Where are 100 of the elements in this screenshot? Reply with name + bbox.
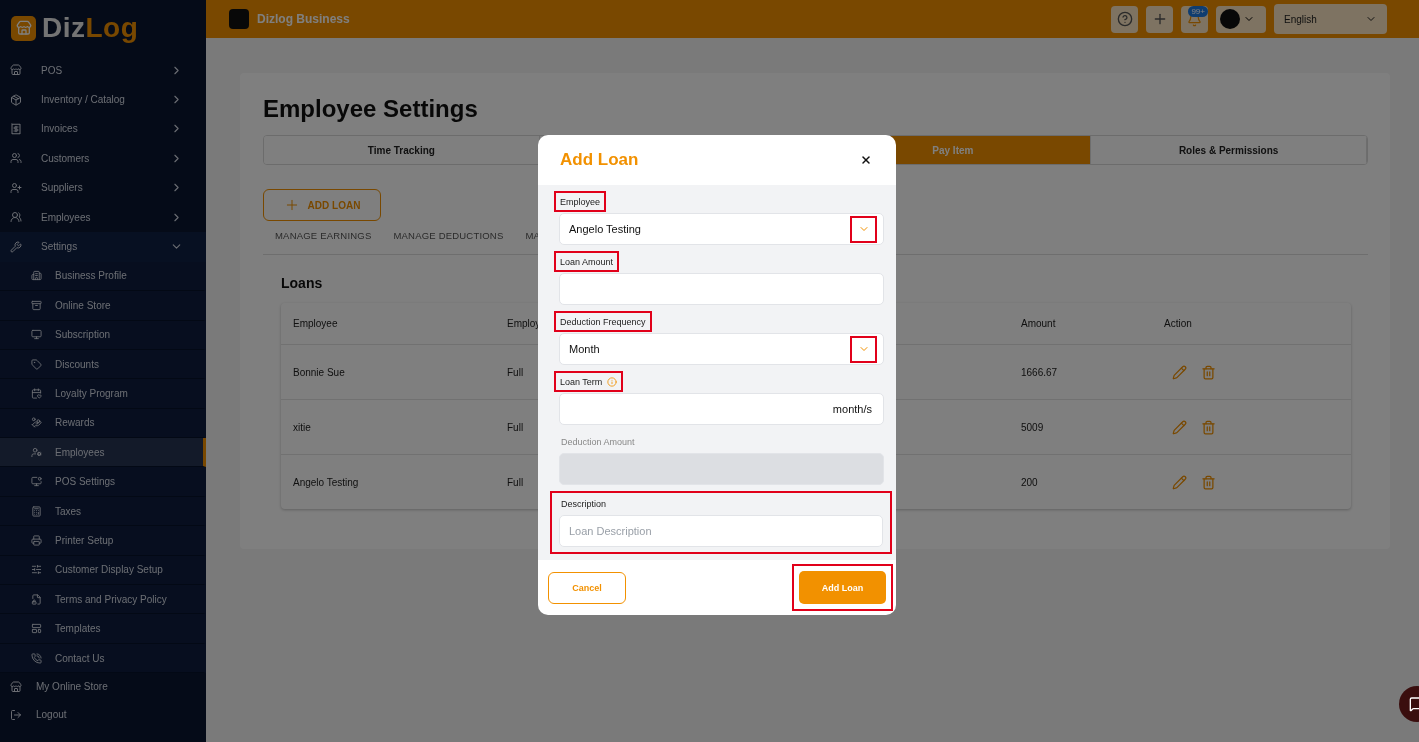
avatar-icon — [1220, 9, 1240, 29]
input-field[interactable]: Loan Description — [559, 515, 883, 547]
person-add-icon — [10, 181, 22, 194]
dropdown-chevron-button[interactable] — [850, 215, 877, 243]
select-field[interactable]: Month — [559, 333, 884, 365]
store-icon — [10, 680, 22, 693]
column-header: Employ — [507, 318, 541, 329]
table-cell: Bonnie Sue — [293, 366, 345, 378]
template-icon — [31, 623, 42, 635]
package-icon — [10, 93, 22, 106]
delete-icon[interactable] — [1201, 474, 1216, 490]
submit-button[interactable]: Add Loan — [799, 571, 886, 604]
tag-icon — [31, 358, 42, 370]
monitor-icon — [31, 329, 42, 341]
notifications-button[interactable]: 99+ — [1181, 5, 1208, 33]
sidebar-subitem[interactable]: Loyalty Program — [0, 379, 206, 409]
field-label: Loan Amount — [554, 251, 620, 272]
sidebar-subitem[interactable]: Subscription — [0, 320, 206, 350]
help-icon — [1116, 11, 1133, 27]
table-cell: 200 — [1021, 476, 1038, 488]
table-cell: Full — [507, 476, 524, 488]
screen-icon — [31, 476, 42, 488]
help-button[interactable] — [1111, 5, 1138, 33]
dialog-title: Add Loan — [560, 150, 639, 170]
sidebar-subitem[interactable]: Contact Us — [0, 643, 206, 674]
select-field[interactable]: Angelo Testing — [559, 213, 884, 245]
sidebar-item[interactable]: Settings — [0, 232, 206, 262]
field-label: Deduction Frequency — [554, 311, 652, 332]
account-menu-button[interactable] — [1216, 5, 1266, 33]
sidebar-subitem[interactable]: Templates — [0, 614, 206, 644]
sidebar-subitem[interactable]: Business Profile — [0, 261, 206, 292]
subtab[interactable]: MANAGE DEDUCTIONS — [393, 230, 504, 241]
sidebar-subitem[interactable]: Rewards — [0, 408, 206, 439]
logout-icon — [10, 708, 22, 721]
sidebar-subitem[interactable]: Employees — [0, 438, 206, 468]
coin-hand-icon — [31, 417, 42, 429]
edit-icon[interactable] — [1172, 474, 1187, 490]
sliders-icon — [31, 564, 42, 576]
settings-tab[interactable]: Time Tracking — [264, 136, 540, 164]
calculator-icon — [31, 505, 42, 517]
group-icon — [10, 211, 22, 224]
printer-icon — [31, 534, 42, 546]
document-lock-icon — [31, 593, 42, 605]
sidebar-subitem[interactable]: POS Settings — [0, 467, 206, 497]
store-logo-icon — [11, 15, 36, 41]
sidebar-item[interactable]: Logout — [0, 701, 206, 730]
table-cell: 5009 — [1021, 421, 1044, 433]
sidebar-subitem[interactable]: Customer Display Setup — [0, 555, 206, 586]
sidebar-item[interactable]: Suppliers — [0, 173, 206, 203]
brand-logo: DizLog — [42, 12, 139, 44]
sidebar-item[interactable]: POS — [0, 56, 206, 86]
receipt-icon — [10, 122, 22, 135]
sidebar-subitem[interactable]: Taxes — [0, 496, 206, 527]
edit-icon[interactable] — [1172, 364, 1187, 380]
person-gear-icon — [31, 446, 42, 458]
store-icon — [10, 64, 22, 77]
close-icon — [860, 154, 872, 166]
cancel-button[interactable]: Cancel — [548, 571, 626, 604]
page-title: Employee Settings — [263, 95, 479, 123]
business-logo-icon — [229, 9, 249, 29]
field-label: Deduction Amount — [560, 435, 636, 449]
subtab[interactable]: MANAGE EARNINGS — [275, 230, 372, 241]
sidebar-subitem[interactable]: Discounts — [0, 349, 206, 380]
business-name: Dizlog Business — [257, 12, 351, 26]
input-field[interactable] — [559, 273, 884, 305]
tools-icon — [10, 240, 22, 253]
close-button[interactable] — [860, 154, 872, 166]
table-cell: Angelo Testing — [293, 476, 359, 488]
people-icon — [10, 152, 22, 165]
building-icon — [31, 270, 42, 282]
column-header: Amount — [1021, 318, 1056, 329]
edit-icon[interactable] — [1172, 419, 1187, 435]
sidebar-item[interactable]: Invoices — [0, 114, 206, 145]
sidebar-subitem[interactable]: Online Store — [0, 291, 206, 321]
field-label: Employee — [554, 191, 607, 212]
delete-icon[interactable] — [1201, 419, 1216, 435]
add-button[interactable] — [1146, 5, 1173, 33]
input-field[interactable]: month/s — [559, 393, 884, 425]
column-header: Action — [1164, 318, 1192, 329]
sidebar-item[interactable]: My Online Store — [0, 673, 206, 702]
section-title: Loans — [281, 275, 324, 291]
sidebar-subitem[interactable]: Terms and Privacy Policy — [0, 585, 206, 615]
sidebar-item[interactable]: Employees — [0, 202, 206, 233]
calendar-icon — [31, 388, 42, 399]
field-label: Loan Term — [554, 371, 624, 392]
sidebar-item[interactable]: Inventory / Catalog — [0, 85, 206, 115]
table-cell: Full — [507, 421, 524, 433]
delete-icon[interactable] — [1201, 364, 1216, 380]
sidebar-item[interactable]: Customers — [0, 144, 206, 174]
sidebar-subitem[interactable]: Printer Setup — [0, 526, 206, 556]
language-select[interactable]: English — [1274, 4, 1387, 34]
table-cell: xitie — [293, 421, 311, 433]
field-label: Description — [560, 497, 608, 511]
archive-icon — [31, 299, 42, 311]
table-cell: 1666.67 — [1021, 366, 1058, 378]
phone-icon — [31, 652, 42, 664]
column-header: Employee — [293, 318, 338, 329]
table-cell: Full — [507, 366, 524, 378]
notification-badge: 99+ — [1188, 5, 1208, 17]
dropdown-chevron-button[interactable] — [850, 335, 877, 363]
